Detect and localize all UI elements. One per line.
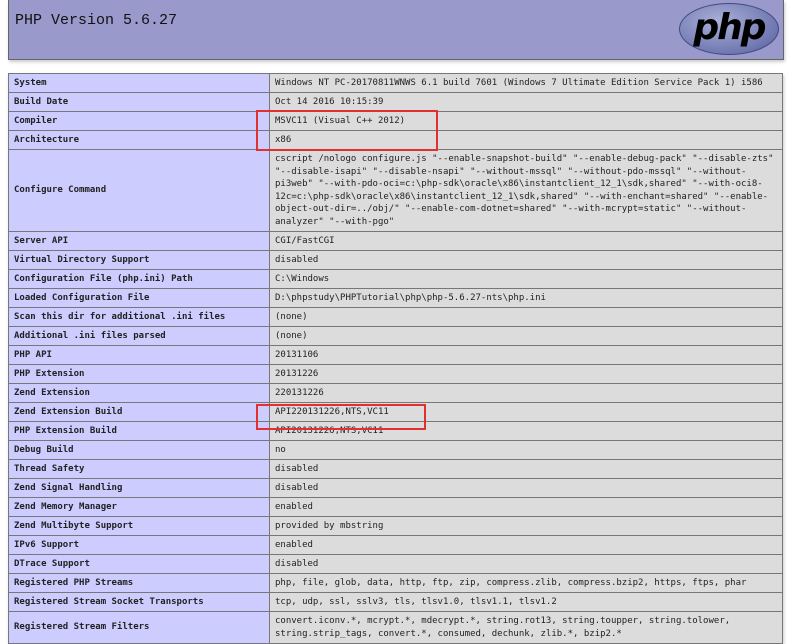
row-label: Scan this dir for additional .ini files <box>8 307 270 327</box>
table-row: Configuration File (php.ini) Path C:\Wind… <box>8 269 783 289</box>
table-row: PHP API 20131106 <box>8 345 783 365</box>
table-row: Server API CGI/FastCGI <box>8 231 783 251</box>
row-value: D:\phpstudy\PHPTutorial\php\php-5.6.27-n… <box>269 288 783 308</box>
row-value: CGI/FastCGI <box>269 231 783 251</box>
table-row: Registered Stream Socket Transports tcp, … <box>8 592 783 612</box>
table-row: Zend Multibyte Support provided by mbstri… <box>8 516 783 536</box>
table-row: Registered PHP Streams php, file, glob, d… <box>8 573 783 593</box>
row-label: Zend Signal Handling <box>8 478 270 498</box>
table-row: Registered Stream Filters convert.iconv.*… <box>8 611 783 644</box>
row-label: Compiler <box>8 111 270 131</box>
highlight-box-compiler <box>256 110 438 151</box>
row-value: C:\Windows <box>269 269 783 289</box>
row-label: Loaded Configuration File <box>8 288 270 308</box>
row-value: enabled <box>269 497 783 517</box>
table-row: Additional .ini files parsed (none) <box>8 326 783 346</box>
table-row: Zend Signal Handling disabled <box>8 478 783 498</box>
table-row: PHP Extension 20131226 <box>8 364 783 384</box>
row-value: php, file, glob, data, http, ftp, zip, c… <box>269 573 783 593</box>
php-info-table: System Windows NT PC-20170811WNWS 6.1 bui… <box>8 73 783 644</box>
row-value: 220131226 <box>269 383 783 403</box>
table-row: DTrace Support disabled <box>8 554 783 574</box>
row-value: provided by mbstring <box>269 516 783 536</box>
php-version-header: PHP Version 5.6.27 php <box>8 0 784 60</box>
row-label: PHP Extension <box>8 364 270 384</box>
row-label: PHP API <box>8 345 270 365</box>
row-label: System <box>8 73 270 93</box>
row-value: (none) <box>269 326 783 346</box>
row-label: Registered PHP Streams <box>8 573 270 593</box>
row-value: enabled <box>269 535 783 555</box>
row-value: Oct 14 2016 10:15:39 <box>269 92 783 112</box>
table-row: IPv6 Support enabled <box>8 535 783 555</box>
row-label: DTrace Support <box>8 554 270 574</box>
row-value: 20131106 <box>269 345 783 365</box>
table-row: Thread Safety disabled <box>8 459 783 479</box>
row-label: Debug Build <box>8 440 270 460</box>
php-logo-text: php <box>693 7 766 48</box>
row-value: 20131226 <box>269 364 783 384</box>
row-value: disabled <box>269 478 783 498</box>
table-row: System Windows NT PC-20170811WNWS 6.1 bui… <box>8 73 783 93</box>
row-value: no <box>269 440 783 460</box>
row-value: cscript /nologo configure.js "--enable-s… <box>269 149 783 232</box>
row-label: Server API <box>8 231 270 251</box>
row-value: convert.iconv.*, mcrypt.*, mdecrypt.*, s… <box>269 611 783 644</box>
row-label: Registered Stream Socket Transports <box>8 592 270 612</box>
table-row: Debug Build no <box>8 440 783 460</box>
table-row: Configure Command cscript /nologo configu… <box>8 149 783 232</box>
table-row: Virtual Directory Support disabled <box>8 250 783 270</box>
row-label: IPv6 Support <box>8 535 270 555</box>
page-title: PHP Version 5.6.27 <box>15 12 178 29</box>
row-label: Architecture <box>8 130 270 150</box>
row-label: Thread Safety <box>8 459 270 479</box>
row-label: Zend Extension <box>8 383 270 403</box>
row-value: disabled <box>269 554 783 574</box>
table-row: Zend Memory Manager enabled <box>8 497 783 517</box>
table-row: Loaded Configuration File D:\phpstudy\PHP… <box>8 288 783 308</box>
php-logo: php <box>679 3 779 55</box>
row-label: Registered Stream Filters <box>8 611 270 644</box>
row-label: PHP Extension Build <box>8 421 270 441</box>
table-row: Zend Extension 220131226 <box>8 383 783 403</box>
row-label: Build Date <box>8 92 270 112</box>
row-value: Windows NT PC-20170811WNWS 6.1 build 760… <box>269 73 783 93</box>
row-label: Zend Multibyte Support <box>8 516 270 536</box>
row-label: Virtual Directory Support <box>8 250 270 270</box>
row-value: disabled <box>269 459 783 479</box>
row-label: Zend Extension Build <box>8 402 270 422</box>
table-row: Scan this dir for additional .ini files(… <box>8 307 783 327</box>
row-label: Zend Memory Manager <box>8 497 270 517</box>
row-value: tcp, udp, ssl, sslv3, tls, tlsv1.0, tlsv… <box>269 592 783 612</box>
row-label: Configuration File (php.ini) Path <box>8 269 270 289</box>
row-label: Configure Command <box>8 149 270 232</box>
row-label: Additional .ini files parsed <box>8 326 270 346</box>
highlight-box-extension-build <box>256 404 426 430</box>
row-value: disabled <box>269 250 783 270</box>
row-value: (none) <box>269 307 783 327</box>
table-row: Build Date Oct 14 2016 10:15:39 <box>8 92 783 112</box>
